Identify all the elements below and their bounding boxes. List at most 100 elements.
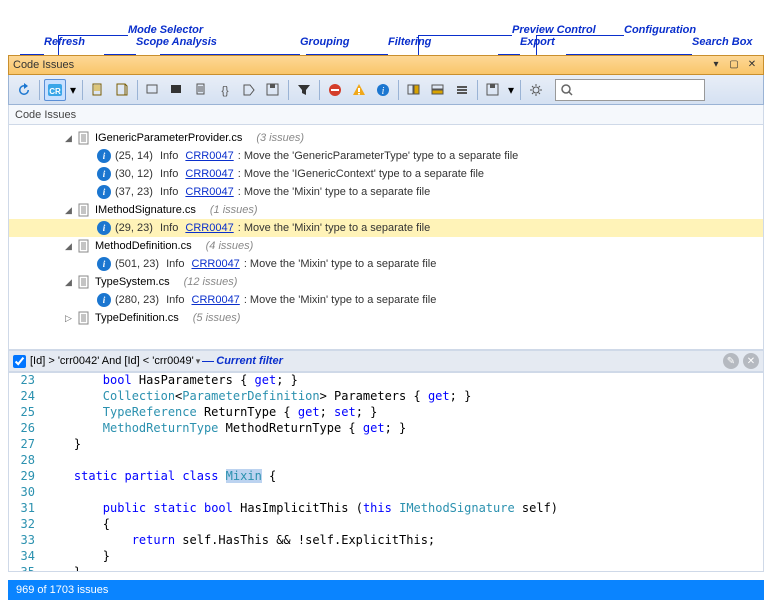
- current-filter-annotation: Current filter: [216, 355, 283, 367]
- search-box[interactable]: [555, 79, 705, 101]
- file-name: IGenericParameterProvider.cs: [95, 132, 242, 144]
- filter-expression[interactable]: [Id] > 'crr0042' And [Id] < 'crr0049': [30, 355, 194, 367]
- config-button[interactable]: [525, 79, 547, 101]
- code-line: 25 TypeReference ReturnType { get; set; …: [9, 405, 763, 421]
- group-file-button[interactable]: [190, 79, 212, 101]
- issue-row[interactable]: i(30, 12) Info CRR0047: Move the 'IGener…: [9, 165, 763, 183]
- info-icon: i: [97, 293, 111, 307]
- issue-code-link[interactable]: CRR0047: [185, 186, 233, 198]
- export-dropdown[interactable]: ▾: [506, 79, 516, 101]
- line-number: 35: [9, 565, 45, 572]
- info-icon: i: [97, 257, 111, 271]
- mode-dropdown[interactable]: ▾: [68, 79, 78, 101]
- line-number: 33: [9, 533, 45, 549]
- severity-info-button[interactable]: i: [372, 79, 394, 101]
- issue-location: (280, 23): [115, 294, 159, 306]
- code-line: 26 MethodReturnType MethodReturnType { g…: [9, 421, 763, 437]
- group-save-button[interactable]: [262, 79, 284, 101]
- issue-count: (4 issues): [206, 240, 254, 252]
- line-number: 28: [9, 453, 45, 469]
- tree-header: Code Issues: [8, 105, 764, 125]
- code-line: 23 bool HasParameters { get; }: [9, 373, 763, 389]
- refresh-button[interactable]: [13, 79, 35, 101]
- issue-count: (5 issues): [193, 312, 241, 324]
- file-node[interactable]: ◢TypeSystem.cs(12 issues): [9, 273, 763, 291]
- svg-text:{}: {}: [221, 85, 229, 97]
- issue-code-link[interactable]: CRR0047: [185, 150, 233, 162]
- issue-row[interactable]: i(37, 23) Info CRR0047: Move the 'Mixin'…: [9, 183, 763, 201]
- group-flat-button[interactable]: [142, 79, 164, 101]
- code-text: MethodReturnType MethodReturnType { get;…: [45, 421, 406, 437]
- file-node[interactable]: ◢IGenericParameterProvider.cs(3 issues): [9, 129, 763, 147]
- line-number: 29: [9, 469, 45, 485]
- issue-row[interactable]: i(25, 14) Info CRR0047: Move the 'Generi…: [9, 147, 763, 165]
- maximize-icon[interactable]: ▢: [727, 59, 741, 71]
- expand-icon[interactable]: ◢: [65, 241, 75, 252]
- export-button[interactable]: [482, 79, 504, 101]
- preview-right-button[interactable]: [403, 79, 425, 101]
- issue-code-link[interactable]: CRR0047: [192, 294, 240, 306]
- filter-dropdown-icon[interactable]: ▾: [196, 356, 201, 367]
- group-folder-button[interactable]: [166, 79, 188, 101]
- code-text: TypeReference ReturnType { get; set; }: [45, 405, 377, 421]
- issue-tree[interactable]: ◢IGenericParameterProvider.cs(3 issues)i…: [8, 125, 764, 350]
- issue-severity: Info: [157, 150, 181, 162]
- search-input[interactable]: [573, 84, 700, 96]
- file-icon: [77, 311, 91, 325]
- file-icon: [77, 239, 91, 253]
- title-bar: Code Issues ▾ ▢ ✕: [8, 55, 764, 75]
- code-preview[interactable]: 23 bool HasParameters { get; }24 Collect…: [8, 372, 764, 572]
- file-node[interactable]: ◢IMethodSignature.cs(1 issues): [9, 201, 763, 219]
- issue-row[interactable]: i(280, 23) Info CRR0047: Move the 'Mixin…: [9, 291, 763, 309]
- filter-edit-button[interactable]: ✎: [723, 353, 739, 369]
- expand-icon[interactable]: ◢: [65, 277, 75, 288]
- info-icon: i: [97, 167, 111, 181]
- issue-severity: Info: [163, 258, 187, 270]
- group-ns-button[interactable]: {}: [214, 79, 236, 101]
- file-node[interactable]: ▷ TypeDefinition.cs (5 issues): [9, 309, 763, 327]
- issue-code-link[interactable]: CRR0047: [192, 258, 240, 270]
- issue-severity: Info: [157, 168, 181, 180]
- line-number: 30: [9, 485, 45, 501]
- issue-location: (29, 23): [115, 222, 153, 234]
- filter-clear-button[interactable]: ✕: [743, 353, 759, 369]
- line-number: 31: [9, 501, 45, 517]
- preview-bottom-button[interactable]: [427, 79, 449, 101]
- expand-icon[interactable]: ◢: [65, 133, 75, 144]
- code-line: 29 static partial class Mixin {: [9, 469, 763, 485]
- expand-icon[interactable]: ◢: [65, 205, 75, 216]
- expand-icon[interactable]: ▷: [65, 313, 75, 324]
- close-icon[interactable]: ✕: [745, 59, 759, 71]
- issue-row[interactable]: i(29, 23) Info CRR0047: Move the 'Mixin'…: [9, 219, 763, 237]
- code-text: static partial class Mixin {: [45, 469, 276, 485]
- dropdown-icon[interactable]: ▾: [709, 59, 723, 71]
- file-name: MethodDefinition.cs: [95, 240, 192, 252]
- severity-error-button[interactable]: [324, 79, 346, 101]
- filter-checkbox[interactable]: [13, 355, 26, 368]
- code-text: }: [45, 565, 81, 572]
- file-name: TypeSystem.cs: [95, 276, 170, 288]
- line-number: 34: [9, 549, 45, 565]
- scope-doc-button[interactable]: [111, 79, 133, 101]
- filter-bar: [Id] > 'crr0042' And [Id] < 'crr0049' ▾ …: [8, 350, 764, 372]
- window-title: Code Issues: [13, 59, 74, 71]
- issue-code-link[interactable]: CRR0047: [185, 168, 233, 180]
- scope-file-button[interactable]: [87, 79, 109, 101]
- filter-button[interactable]: [293, 79, 315, 101]
- svg-text:CR: CR: [49, 87, 61, 96]
- code-line: 24 Collection<ParameterDefinition> Param…: [9, 389, 763, 405]
- mode-cr-button[interactable]: CR: [44, 79, 66, 101]
- issue-message: : Move the 'IGenericContext' type to a s…: [238, 168, 484, 180]
- group-tag-button[interactable]: [238, 79, 260, 101]
- file-name: TypeDefinition.cs: [95, 312, 179, 324]
- code-text: bool HasParameters { get; }: [45, 373, 298, 389]
- issue-row[interactable]: i(501, 23) Info CRR0047: Move the 'Mixin…: [9, 255, 763, 273]
- code-text: return self.HasThis && !self.ExplicitThi…: [45, 533, 435, 549]
- preview-none-button[interactable]: [451, 79, 473, 101]
- issue-count: (1 issues): [210, 204, 258, 216]
- severity-warning-button[interactable]: [348, 79, 370, 101]
- issue-code-link[interactable]: CRR0047: [185, 222, 233, 234]
- code-line: 30: [9, 485, 763, 501]
- file-node[interactable]: ◢ MethodDefinition.cs (4 issues): [9, 237, 763, 255]
- line-number: 23: [9, 373, 45, 389]
